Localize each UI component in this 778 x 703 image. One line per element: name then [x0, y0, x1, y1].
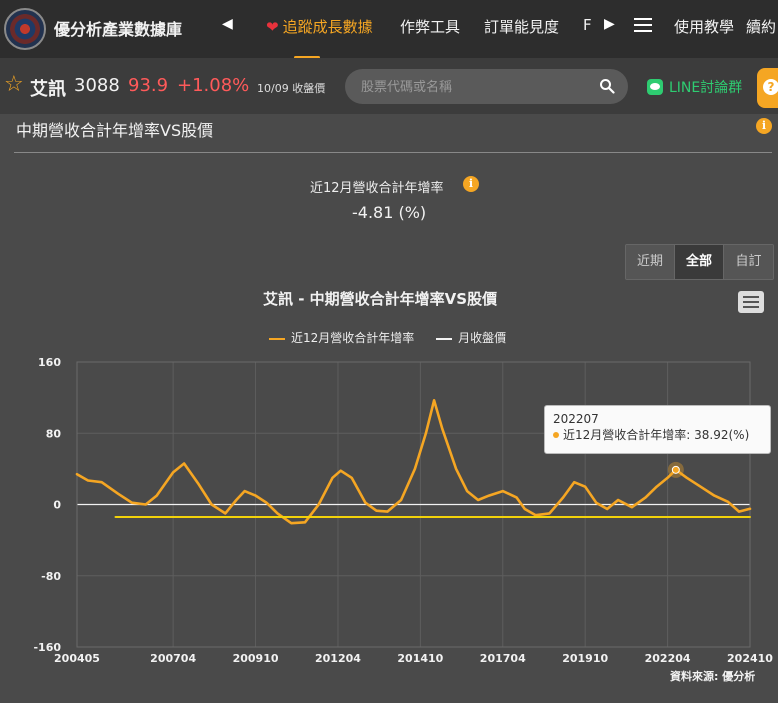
- nav-item-order-visibility[interactable]: 訂單能見度: [484, 16, 559, 37]
- range-recent-button[interactable]: 近期: [626, 245, 675, 279]
- search-input[interactable]: [361, 77, 591, 97]
- legend-swatch-revenue: [269, 337, 285, 340]
- stock-bar: ☆ 艾訊 3088 93.9 +1.08% 10/09 收盤價 LINE討論群 …: [0, 58, 778, 114]
- tooltip-period: 202207: [553, 412, 599, 426]
- y-tick-label: 160: [38, 356, 61, 369]
- range-selector: 近期 全部 自訂: [625, 244, 774, 280]
- nav-scroll-left-icon[interactable]: ◀: [222, 16, 236, 36]
- y-tick-label: 80: [46, 427, 62, 440]
- chart-menu-button[interactable]: [738, 291, 764, 313]
- metric-label: 近12月營收合計年增率: [310, 181, 444, 196]
- x-tick-label: 201704: [480, 652, 526, 665]
- tooltip-value: 近12月營收合計年增率: 38.92(%): [553, 426, 762, 443]
- line-chart: 200405 200704 200910 201204 201410 201704 2019…: [33, 356, 773, 665]
- stock-price: 93.9: [128, 75, 169, 96]
- info-icon[interactable]: i: [756, 118, 772, 134]
- metric-value: -4.81 (%): [352, 203, 427, 222]
- x-tick-label: 201410: [397, 652, 443, 665]
- brand-logo[interactable]: [4, 8, 46, 50]
- close-date-label: 10/09 收盤價: [257, 82, 326, 95]
- y-tick-label: -80: [41, 570, 61, 583]
- legend-item-price[interactable]: 月收盤價: [436, 329, 506, 346]
- x-tick-label: 201910: [562, 652, 608, 665]
- legend-swatch-price: [436, 337, 453, 340]
- stock-change: +1.08%: [177, 75, 250, 96]
- nav-item-renew[interactable]: 續約: [746, 16, 776, 37]
- x-tick-label: 200910: [233, 652, 279, 665]
- x-tick-label: 202410: [727, 652, 773, 665]
- section-divider: [14, 152, 772, 153]
- range-custom-button[interactable]: 自訂: [724, 245, 773, 279]
- star-icon[interactable]: ☆: [4, 72, 24, 97]
- range-all-button[interactable]: 全部: [675, 245, 724, 279]
- x-tick-label: 202204: [645, 652, 691, 665]
- metric-info-icon[interactable]: i: [463, 176, 479, 192]
- x-tick-label: 201204: [315, 652, 361, 665]
- nav-item-tracking[interactable]: ❤ 追蹤成長數據: [266, 16, 373, 37]
- x-tick-label: 200704: [150, 652, 196, 665]
- help-tab-button[interactable]: ?: [757, 68, 778, 108]
- search-icon[interactable]: [599, 78, 615, 94]
- nav-scroll-right-icon[interactable]: ▶: [604, 16, 615, 32]
- tooltip-dot: [553, 432, 559, 438]
- hamburger-menu-icon[interactable]: [634, 18, 652, 32]
- brand-name[interactable]: 優分析產業數據庫: [54, 16, 182, 40]
- y-tick-label: -160: [33, 641, 61, 654]
- nav-item-partial[interactable]: F: [583, 16, 595, 34]
- data-source: 資料來源: 優分析: [670, 670, 756, 683]
- line-app-icon: [647, 79, 663, 95]
- top-navbar: 優分析產業數據庫 ◀ ❤ 追蹤成長數據 作弊工具 訂單能見度 F ▶ 使用教學 續…: [0, 0, 778, 59]
- section-title: 中期營收合計年增率VS股價: [16, 121, 214, 140]
- stock-code: 3088: [74, 75, 120, 96]
- highlight-point: [671, 465, 680, 474]
- stock-name: 艾訊: [30, 79, 66, 100]
- chart-title: 艾訊 - 中期營收合計年增率VS股價: [263, 290, 498, 308]
- chart-tooltip: 202207 近12月營收合計年增率: 38.92(%): [544, 405, 771, 454]
- line-group-button[interactable]: LINE討論群: [647, 77, 742, 97]
- heart-icon: ❤: [266, 18, 279, 36]
- chart-legend: 近12月營收合計年增率 月收盤價: [269, 329, 524, 346]
- legend-item-revenue[interactable]: 近12月營收合計年增率: [269, 329, 414, 346]
- search-box[interactable]: [345, 69, 628, 104]
- help-icon: ?: [763, 79, 778, 95]
- nav-item-tutorial[interactable]: 使用教學: [674, 16, 734, 37]
- y-tick-label: 0: [53, 499, 61, 512]
- nav-item-tools[interactable]: 作弊工具: [400, 16, 460, 37]
